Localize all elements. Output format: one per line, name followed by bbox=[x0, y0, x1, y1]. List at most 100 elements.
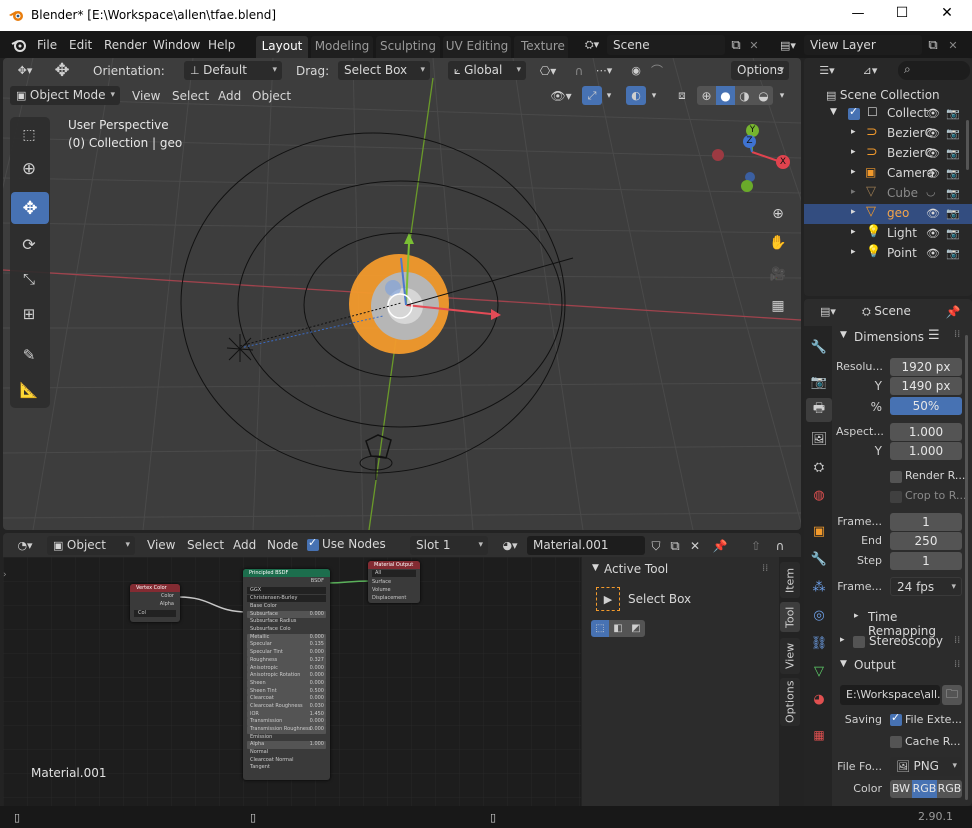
properties-scrollbar[interactable] bbox=[965, 335, 968, 800]
resolution-y-field[interactable]: 1490 px bbox=[890, 377, 962, 395]
frame-step-field[interactable]: 1 bbox=[890, 552, 962, 570]
eye-icon[interactable]: 👁 bbox=[926, 207, 940, 220]
resolution-x-field[interactable]: 1920 px bbox=[890, 358, 962, 376]
modifier-tab-icon[interactable]: 🔧 bbox=[808, 548, 830, 570]
object-mode-dropdown[interactable]: ▣ Object Mode ▾ bbox=[10, 86, 120, 105]
drag-handle-icon[interactable]: ⁞⁞ bbox=[954, 635, 960, 646]
frame-rate-dropdown[interactable]: 24 fps ▾ bbox=[890, 577, 962, 596]
scale-tool-icon[interactable]: ⤡ bbox=[14, 265, 44, 293]
bsdf-input-row[interactable]: Clearcoat Roughness 0.030 bbox=[247, 702, 326, 711]
cursor-tool-icon[interactable]: ⊕ bbox=[14, 155, 44, 183]
material-browse-icon[interactable]: ◕▾ bbox=[496, 536, 524, 555]
node-type-dropdown[interactable]: ▣ Object ▾ bbox=[47, 536, 135, 555]
pan-hand-icon[interactable]: ✋ bbox=[766, 232, 790, 254]
slot-dropdown[interactable]: Slot 1 ▾ bbox=[410, 536, 488, 555]
folder-browse-icon[interactable]: 🗀 bbox=[942, 685, 962, 705]
eye-icon[interactable]: 👁 bbox=[926, 247, 940, 260]
transform-tool-icon[interactable]: ⊞ bbox=[14, 300, 44, 328]
view-layer-icon[interactable]: ▤▾ bbox=[773, 35, 803, 55]
outliner-search-input[interactable]: ⌕ bbox=[898, 61, 970, 80]
bsdf-input-row[interactable]: IOR 1.450 bbox=[247, 710, 326, 719]
node-pin-icon[interactable]: 📌 bbox=[711, 537, 729, 555]
scene-close-icon[interactable]: ✕ bbox=[747, 36, 761, 54]
pivot-point-icon[interactable]: ⎔▾ bbox=[533, 61, 563, 80]
bsdf-input-row[interactable]: Base Color bbox=[247, 603, 326, 611]
camera-render-icon[interactable]: 📷 bbox=[946, 107, 960, 120]
select-mode-subtract-icon[interactable]: ◩ bbox=[627, 620, 645, 637]
stereoscopy-panel-header[interactable]: ▸ Stereoscopy ⁞⁞ bbox=[834, 632, 966, 652]
scene-tab-icon[interactable]: ⛭ bbox=[808, 456, 830, 478]
resolution-percent-slider[interactable]: 50% bbox=[890, 397, 962, 415]
camera-render-icon[interactable]: 📷 bbox=[946, 167, 960, 180]
options-dropdown[interactable]: Options ▾ bbox=[731, 61, 789, 80]
camera-view-icon[interactable]: 🎥 bbox=[766, 263, 790, 285]
overlays-toggle-icon[interactable]: ◐ bbox=[626, 86, 646, 105]
menu-edit[interactable]: Edit bbox=[69, 36, 92, 54]
aspect-y-field[interactable]: 1.000 bbox=[890, 442, 962, 460]
close-button[interactable]: ✕ bbox=[937, 5, 957, 21]
scene-icon[interactable]: ⛭▾ bbox=[578, 35, 606, 55]
node-menu-node[interactable]: Node bbox=[267, 536, 298, 554]
gizmo-x-axis[interactable]: X bbox=[776, 155, 790, 169]
node-menu-select[interactable]: Select bbox=[187, 536, 224, 554]
bsdf-input-row[interactable]: Tangent bbox=[247, 764, 326, 772]
tab-sculpting[interactable]: Sculpting bbox=[376, 36, 440, 58]
bsdf-input-row[interactable]: Subsurface Radius bbox=[247, 618, 326, 626]
bsdf-input-row[interactable]: Specular Tint 0.000 bbox=[247, 649, 326, 657]
output-panel-header[interactable]: ▼ Output ⁞⁞ bbox=[834, 656, 966, 676]
node-menu-view[interactable]: View bbox=[147, 536, 175, 554]
bsdf-input-row[interactable]: Normal bbox=[247, 749, 326, 757]
bsdf-input-row[interactable]: Subsurface 0.000 bbox=[247, 610, 326, 619]
proportional-edit-icon[interactable]: ◉ bbox=[627, 61, 645, 80]
snap-magnet-icon[interactable]: ∩ bbox=[569, 61, 589, 80]
drag-dropdown[interactable]: Select Box ▾ bbox=[338, 61, 430, 80]
select-box-tool-icon[interactable]: ⬚ bbox=[14, 121, 44, 149]
visibility-eye-icon[interactable]: 👁▾ bbox=[546, 86, 576, 105]
blender-menu-icon[interactable] bbox=[10, 36, 28, 54]
bsdf-input-row[interactable]: Anisotropic 0.000 bbox=[247, 664, 326, 673]
camera-render-icon[interactable]: 📷 bbox=[946, 247, 960, 260]
fake-user-shield-icon[interactable]: ⛉ bbox=[647, 537, 665, 555]
view-layer-copy-icon[interactable]: ⧉ bbox=[924, 36, 942, 54]
bsdf-input-row[interactable]: Sheen Tint 0.500 bbox=[247, 687, 326, 696]
render-region-checkbox[interactable] bbox=[890, 471, 902, 483]
stereoscopy-checkbox[interactable] bbox=[853, 636, 865, 648]
viewport-menu-select[interactable]: Select bbox=[172, 87, 209, 105]
drag-handle-icon[interactable]: ⁞⁞ bbox=[954, 659, 960, 670]
gizmo-z-axis[interactable]: Z bbox=[743, 135, 756, 148]
eye-icon[interactable]: 👁 bbox=[926, 127, 940, 140]
material-copy-icon[interactable]: ⧉ bbox=[666, 537, 684, 555]
snap-node-icon[interactable]: ∩ bbox=[771, 537, 789, 555]
select-box-active-icon[interactable]: ▶ bbox=[596, 587, 620, 611]
bsdf-input-row[interactable]: Clearcoat 0.000 bbox=[247, 695, 326, 703]
orientation-dropdown[interactable]: ⊥ Default ▾ bbox=[184, 61, 282, 80]
properties-editor-icon[interactable]: ▤▾ bbox=[812, 302, 844, 321]
collection-checkbox[interactable] bbox=[848, 105, 860, 120]
navigation-gizmo[interactable]: Y Z X bbox=[706, 120, 798, 198]
output-path-field[interactable]: E:\Workspace\all... bbox=[840, 685, 940, 705]
use-nodes-checkbox[interactable] bbox=[307, 536, 319, 551]
camera-render-icon[interactable]: 📷 bbox=[946, 187, 960, 200]
bsdf-input-row[interactable]: Alpha 1.000 bbox=[247, 741, 326, 750]
shading-solid-icon[interactable]: ● bbox=[716, 86, 735, 105]
menu-file[interactable]: File bbox=[37, 36, 57, 54]
bsdf-input-row[interactable]: Transmission 0.000 bbox=[247, 718, 326, 726]
drag-handle-icon[interactable]: ⁞⁞ bbox=[762, 563, 768, 574]
viewport-menu-view[interactable]: View bbox=[132, 87, 160, 105]
constraints-tab-icon[interactable]: ⛓ bbox=[808, 632, 830, 654]
rotate-tool-icon[interactable]: ⟳ bbox=[14, 230, 44, 258]
menu-help[interactable]: Help bbox=[208, 36, 235, 54]
maximize-button[interactable]: ☐ bbox=[892, 5, 912, 21]
shading-menu-icon[interactable]: ▾ bbox=[775, 86, 789, 105]
shading-rendered-icon[interactable]: ◒ bbox=[754, 86, 773, 105]
frame-end-field[interactable]: 250 bbox=[890, 532, 962, 550]
eye-icon[interactable]: 👁 bbox=[926, 147, 940, 160]
bsdf-input-row[interactable]: Roughness 0.327 bbox=[247, 656, 326, 665]
texture-tab-icon[interactable]: ▦ bbox=[808, 724, 830, 746]
color-mode-rgba[interactable]: RGB bbox=[937, 780, 962, 798]
tab-layout[interactable]: Layout bbox=[256, 36, 308, 58]
physics-tab-icon[interactable]: ◎ bbox=[808, 604, 830, 626]
ortho-grid-icon[interactable]: ▦ bbox=[766, 295, 790, 317]
bsdf-input-row[interactable]: Metallic 0.000 bbox=[247, 633, 326, 642]
camera-render-icon[interactable]: 📷 bbox=[946, 227, 960, 240]
